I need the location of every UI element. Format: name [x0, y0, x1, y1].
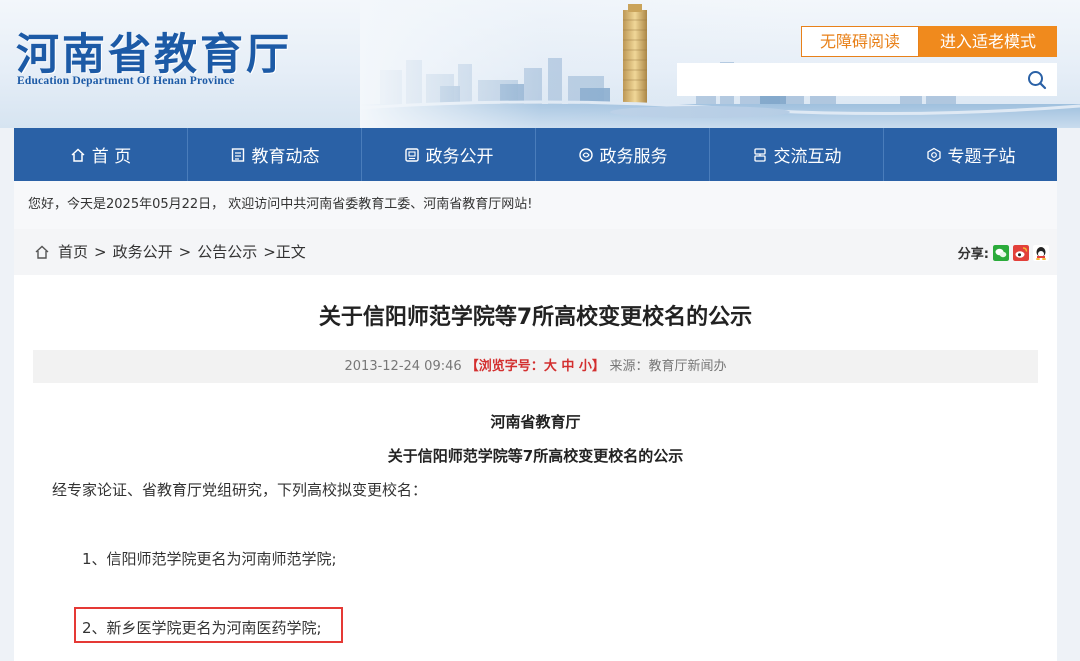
nav-item-label: 首 页 — [91, 147, 132, 167]
search-input[interactable] — [677, 63, 1017, 96]
welcome-bar: 您好，今天是2025年05月22日， 欢迎访问中共河南省委教育工委、河南省教育厅… — [14, 181, 1057, 229]
site-logo-subtitle: Education Department Of Henan Province — [17, 75, 235, 87]
nav-item-label: 教育动态 — [251, 147, 320, 167]
nav-item-label: 专题子站 — [947, 147, 1016, 167]
font-size-large-link[interactable]: 大 — [544, 359, 557, 374]
nav-item-label: 政务公开 — [425, 147, 494, 167]
search-box — [677, 63, 1057, 96]
search-icon[interactable] — [1027, 70, 1047, 90]
breadcrumb-separator: > — [178, 243, 192, 261]
main-nav: 首 页 教育动态 政务公开 政务服务 交流互动 专题子站 — [14, 128, 1057, 181]
font-size-suffix: 】 — [591, 359, 605, 374]
interaction-icon — [753, 147, 766, 162]
home-icon — [71, 147, 85, 162]
highlight-box — [74, 607, 343, 643]
document-icon — [404, 147, 419, 162]
home-icon — [35, 245, 49, 259]
site-logo-title[interactable]: 河南省教育厅 — [16, 20, 292, 82]
article-title: 关于信阳师范学院等7所高校变更校名的公示 — [318, 305, 753, 330]
nav-item-education-news[interactable]: 教育动态 — [188, 128, 362, 181]
wechat-icon[interactable] — [993, 244, 1009, 261]
qq-icon[interactable] — [1033, 244, 1049, 261]
article-meta: 2013-12-24 09:46 【浏览字号：大 中 小】 来源：教育厅新闻办 — [33, 350, 1038, 383]
nav-item-home[interactable]: 首 页 — [14, 128, 188, 181]
article-issuer: 河南省教育厅 — [490, 413, 581, 431]
breadcrumb-current: >正文 — [263, 243, 306, 261]
nav-item-government-affairs[interactable]: 政务公开 — [362, 128, 536, 181]
nav-item-special-topics[interactable]: 专题子站 — [884, 128, 1057, 181]
accessible-reading-button[interactable]: 无障碍阅读 — [801, 26, 919, 57]
nav-item-label: 政务服务 — [599, 147, 668, 167]
site-header: 河南省教育厅 Education Department Of Henan Pro… — [0, 0, 1080, 128]
share-label: 分享: — [957, 247, 989, 262]
nav-item-government-services[interactable]: 政务服务 — [536, 128, 710, 181]
font-size-small-link[interactable]: 小 — [579, 359, 592, 374]
service-icon — [578, 147, 593, 162]
weibo-icon[interactable] — [1013, 244, 1029, 261]
breadcrumb: 首页 > 政务公开 > 公告公示 >正文 — [14, 229, 1057, 275]
news-icon — [231, 147, 244, 162]
breadcrumb-link-announcements[interactable]: 公告公示 — [197, 229, 257, 275]
breadcrumb-separator: > — [94, 243, 107, 261]
article-container: 首页 > 政务公开 > 公告公示 >正文 分享: 关于信阳师范学院等7所高校变更… — [14, 229, 1057, 661]
breadcrumb-link-government-affairs[interactable]: 政务公开 — [113, 229, 173, 275]
elder-mode-button[interactable]: 进入适老模式 — [919, 26, 1057, 57]
article-subtitle: 关于信阳师范学院等7所高校变更校名的公示 — [387, 447, 684, 465]
article-list-item: 1、信阳师范学院更名为河南师范学院; — [82, 550, 337, 568]
breadcrumb-link-home[interactable]: 首页 — [58, 229, 88, 275]
nav-item-interaction[interactable]: 交流互动 — [710, 128, 884, 181]
article-source: 来源：教育厅新闻办 — [609, 359, 727, 374]
share-bar: 分享: — [958, 243, 1049, 262]
nav-item-label: 交流互动 — [773, 147, 842, 167]
article-date: 2013-12-24 09:46 — [344, 359, 462, 374]
font-size-control: 【浏览字号：大 中 小】 — [466, 359, 610, 374]
topic-icon — [926, 147, 941, 162]
font-size-prefix: 【浏览字号： — [465, 359, 544, 374]
article-intro: 经专家论证、省教育厅党组研究，下列高校拟变更校名： — [52, 481, 428, 499]
font-size-medium-link[interactable]: 中 — [561, 359, 574, 374]
